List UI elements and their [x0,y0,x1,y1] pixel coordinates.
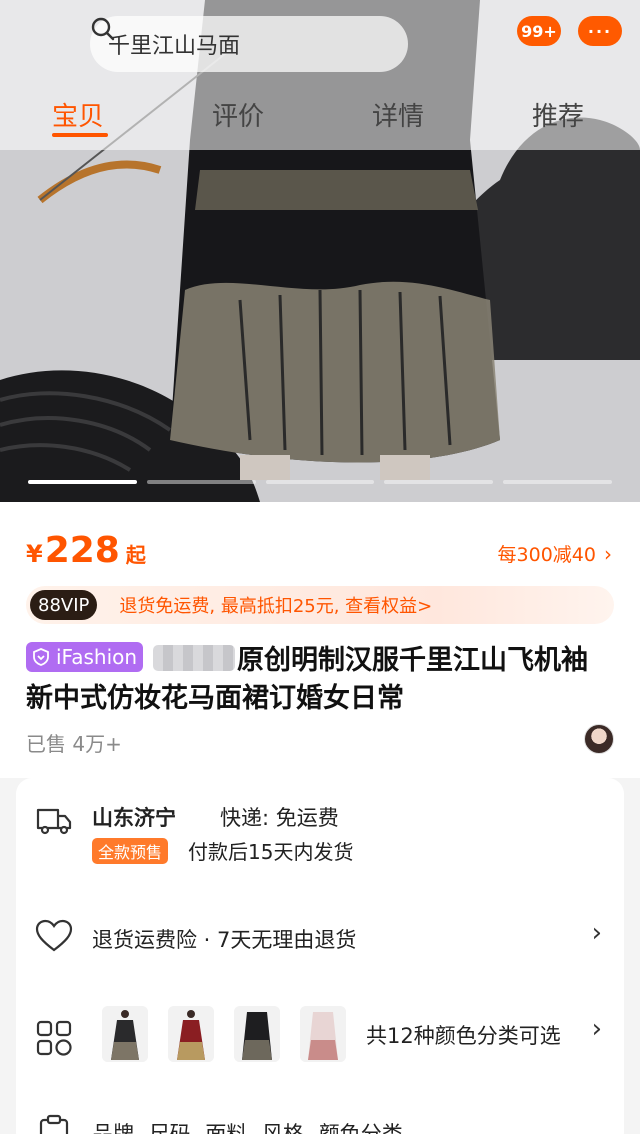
carousel-dot[interactable] [503,480,612,484]
price: ¥ 228 起 [26,530,146,571]
carousel-indicator [28,480,612,484]
carousel-dot[interactable] [384,480,494,484]
chevron-right-icon: › [604,541,612,566]
ifashion-label: iFashion [56,645,138,669]
params-text: 品牌 尺码 面料 风格 颜色分类 [92,1122,403,1134]
variant-thumb[interactable] [168,1006,214,1062]
variant-thumb[interactable] [234,1006,280,1062]
express-fee: 快递: 免运费 [220,806,339,830]
shield-icon [33,648,49,666]
promo-text: 每300减40 [497,544,596,566]
truck-icon [36,808,72,835]
shipping-row[interactable]: 山东济宁 快递: 免运费 全款预售 付款后15天内发货 [16,794,624,884]
variants-text: 共12种颜色分类可选 [366,1024,561,1048]
cart-count-badge[interactable]: 99+ [517,16,561,46]
return-policy-text: 退货运费险 · 7天无理由退货 [92,928,357,952]
tab-reviews[interactable]: 评价 [212,96,264,133]
params-row[interactable]: 品牌 尺码 面料 风格 颜色分类 [16,1108,624,1134]
sold-count: 已售 4万+ [26,732,122,756]
ifashion-badge: iFashion [26,642,144,672]
return-policy-row[interactable]: 退货运费险 · 7天无理由退货 › [16,908,624,968]
product-info: ¥ 228 起 每300减40 › 88VIP 退货免运费, 最高抵扣25元, … [0,502,640,778]
variants-row[interactable]: 共12种颜色分类可选 › [16,1000,624,1080]
heart-icon [35,919,73,952]
promo-link[interactable]: 每300减40 › [498,540,612,567]
price-currency: ¥ [26,540,43,568]
search-bar[interactable]: 千里江山马面 [90,16,408,72]
chevron-right-icon: › [591,918,602,948]
product-image-carousel[interactable]: 千里江山马面 99+ ··· 宝贝 评价 详情 推荐 [0,0,640,502]
variant-thumb[interactable] [102,1006,148,1062]
active-tab-indicator [52,133,108,137]
search-query[interactable]: 千里江山马面 [108,28,240,60]
redacted-shop-name [153,645,236,671]
vip-benefit-strip[interactable]: 88VIP 退货免运费, 最高抵扣25元, 查看权益> [26,586,614,624]
vip-benefit-text: 退货免运费, 最高抵扣25元, 查看权益> [119,596,433,617]
tab-details[interactable]: 详情 [372,96,424,133]
vip-badge: 88VIP [30,590,98,620]
clipboard-icon [39,1114,69,1134]
service-card: 山东济宁 快递: 免运费 全款预售 付款后15天内发货 退货运费险 · 7天无理… [16,778,624,1134]
ship-from: 山东济宁 [92,806,176,830]
price-suffix: 起 [125,543,146,567]
grid-icon [36,1020,72,1056]
search-icon [91,17,115,41]
chevron-right-icon: › [591,1014,602,1044]
ship-time: 付款后15天内发货 [188,840,354,864]
carousel-dot[interactable] [265,480,375,484]
carousel-dot[interactable] [28,480,137,484]
presale-tag: 全款预售 [92,838,169,864]
tab-recommend[interactable]: 推荐 [532,96,584,133]
carousel-dot[interactable] [146,480,256,484]
variant-thumb[interactable] [300,1006,346,1062]
section-tabs: 宝贝 评价 详情 推荐 [0,90,640,140]
buyer-avatar[interactable] [584,724,614,754]
tab-baobei[interactable]: 宝贝 [52,96,104,133]
more-menu-button[interactable]: ··· [578,16,622,46]
product-title: iFashion 原创明制汉服千里江山飞机袖新中式仿妆花马面裙订婚女日常 [26,642,606,718]
price-value: 228 [44,530,120,571]
